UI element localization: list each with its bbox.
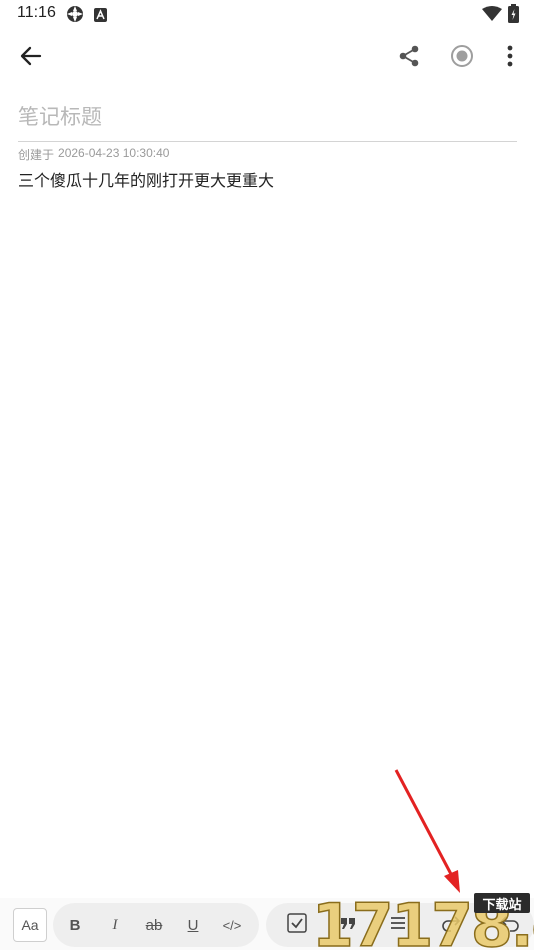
annotation-arrow <box>394 769 460 893</box>
redo-icon <box>440 914 461 936</box>
list-button[interactable] <box>380 903 416 947</box>
quote-button[interactable] <box>330 903 366 947</box>
code-button[interactable]: </> <box>214 903 250 947</box>
bold-button[interactable]: B <box>57 903 93 947</box>
redo-button[interactable] <box>432 903 468 947</box>
checkbox-icon <box>287 913 307 937</box>
list-icon <box>389 914 407 936</box>
undo-icon <box>500 914 521 936</box>
strikethrough-button[interactable]: ab <box>136 903 172 947</box>
underline-button[interactable]: U <box>175 903 211 947</box>
italic-button[interactable]: I <box>97 903 133 947</box>
quote-icon <box>339 914 357 936</box>
text-format-button[interactable]: Aa <box>13 908 47 942</box>
watermark-badge: 下载站 <box>474 893 530 913</box>
checkbox-button[interactable] <box>279 903 315 947</box>
